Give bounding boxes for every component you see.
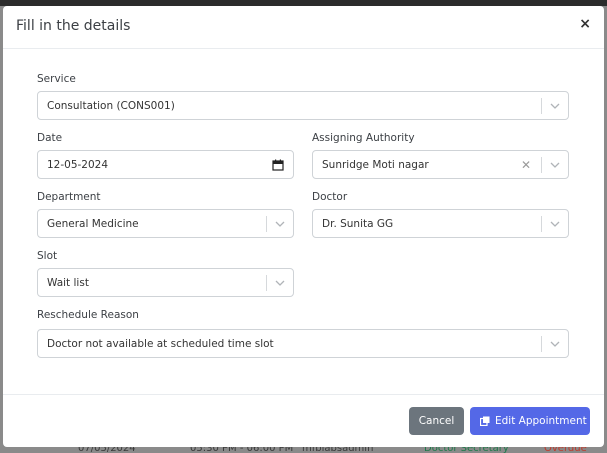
chevron-down-icon[interactable] bbox=[549, 338, 561, 350]
assigning-authority-value: Sunridge Moti nagar bbox=[322, 159, 429, 171]
select-separator bbox=[541, 216, 542, 232]
select-separator bbox=[266, 216, 267, 232]
cancel-button[interactable]: Cancel bbox=[409, 407, 464, 435]
slot-select[interactable]: Wait list bbox=[37, 268, 294, 297]
date-value: 12-05-2024 bbox=[47, 159, 109, 171]
close-icon[interactable]: × bbox=[579, 16, 591, 32]
reschedule-reason-value: Doctor not available at scheduled time s… bbox=[47, 338, 274, 350]
doctor-label: Doctor bbox=[312, 191, 348, 203]
slot-label: Slot bbox=[37, 250, 58, 262]
doctor-select[interactable]: Dr. Sunita GG bbox=[312, 209, 569, 238]
modal-header: Fill in the details × bbox=[3, 6, 604, 49]
reschedule-reason-label: Reschedule Reason bbox=[37, 309, 139, 321]
service-select[interactable]: Consultation (CONS001) bbox=[37, 91, 569, 120]
chevron-down-icon[interactable] bbox=[549, 218, 561, 230]
department-value: General Medicine bbox=[47, 218, 139, 230]
assigning-authority-label: Assigning Authority bbox=[312, 132, 415, 144]
doctor-value: Dr. Sunita GG bbox=[322, 218, 394, 230]
service-label: Service bbox=[37, 73, 76, 85]
reschedule-reason-select[interactable]: Doctor not available at scheduled time s… bbox=[37, 329, 569, 358]
chevron-down-icon[interactable] bbox=[274, 218, 286, 230]
select-separator bbox=[541, 98, 542, 114]
calendar-icon[interactable] bbox=[272, 159, 284, 171]
modal-footer: Cancel Edit Appointment bbox=[3, 394, 604, 447]
edit-appointment-label: Edit Appointment bbox=[495, 415, 587, 427]
select-separator bbox=[541, 157, 542, 173]
date-input[interactable]: 12-05-2024 bbox=[37, 150, 294, 179]
chevron-down-icon[interactable] bbox=[549, 100, 561, 112]
department-select[interactable]: General Medicine bbox=[37, 209, 294, 238]
assigning-authority-select[interactable]: Sunridge Moti nagar ✕ bbox=[312, 150, 569, 179]
edit-appointment-button[interactable]: Edit Appointment bbox=[470, 407, 590, 435]
edit-icon bbox=[480, 416, 490, 426]
department-label: Department bbox=[37, 191, 101, 203]
select-separator bbox=[541, 336, 542, 352]
clear-icon[interactable]: ✕ bbox=[521, 158, 531, 172]
chevron-down-icon[interactable] bbox=[274, 277, 286, 289]
details-modal: Fill in the details × Service Consultati… bbox=[3, 6, 604, 447]
chevron-down-icon[interactable] bbox=[549, 159, 561, 171]
slot-value: Wait list bbox=[47, 277, 89, 289]
modal-title: Fill in the details bbox=[16, 18, 131, 34]
service-value: Consultation (CONS001) bbox=[47, 100, 175, 112]
select-separator bbox=[266, 275, 267, 291]
date-label: Date bbox=[37, 132, 63, 144]
